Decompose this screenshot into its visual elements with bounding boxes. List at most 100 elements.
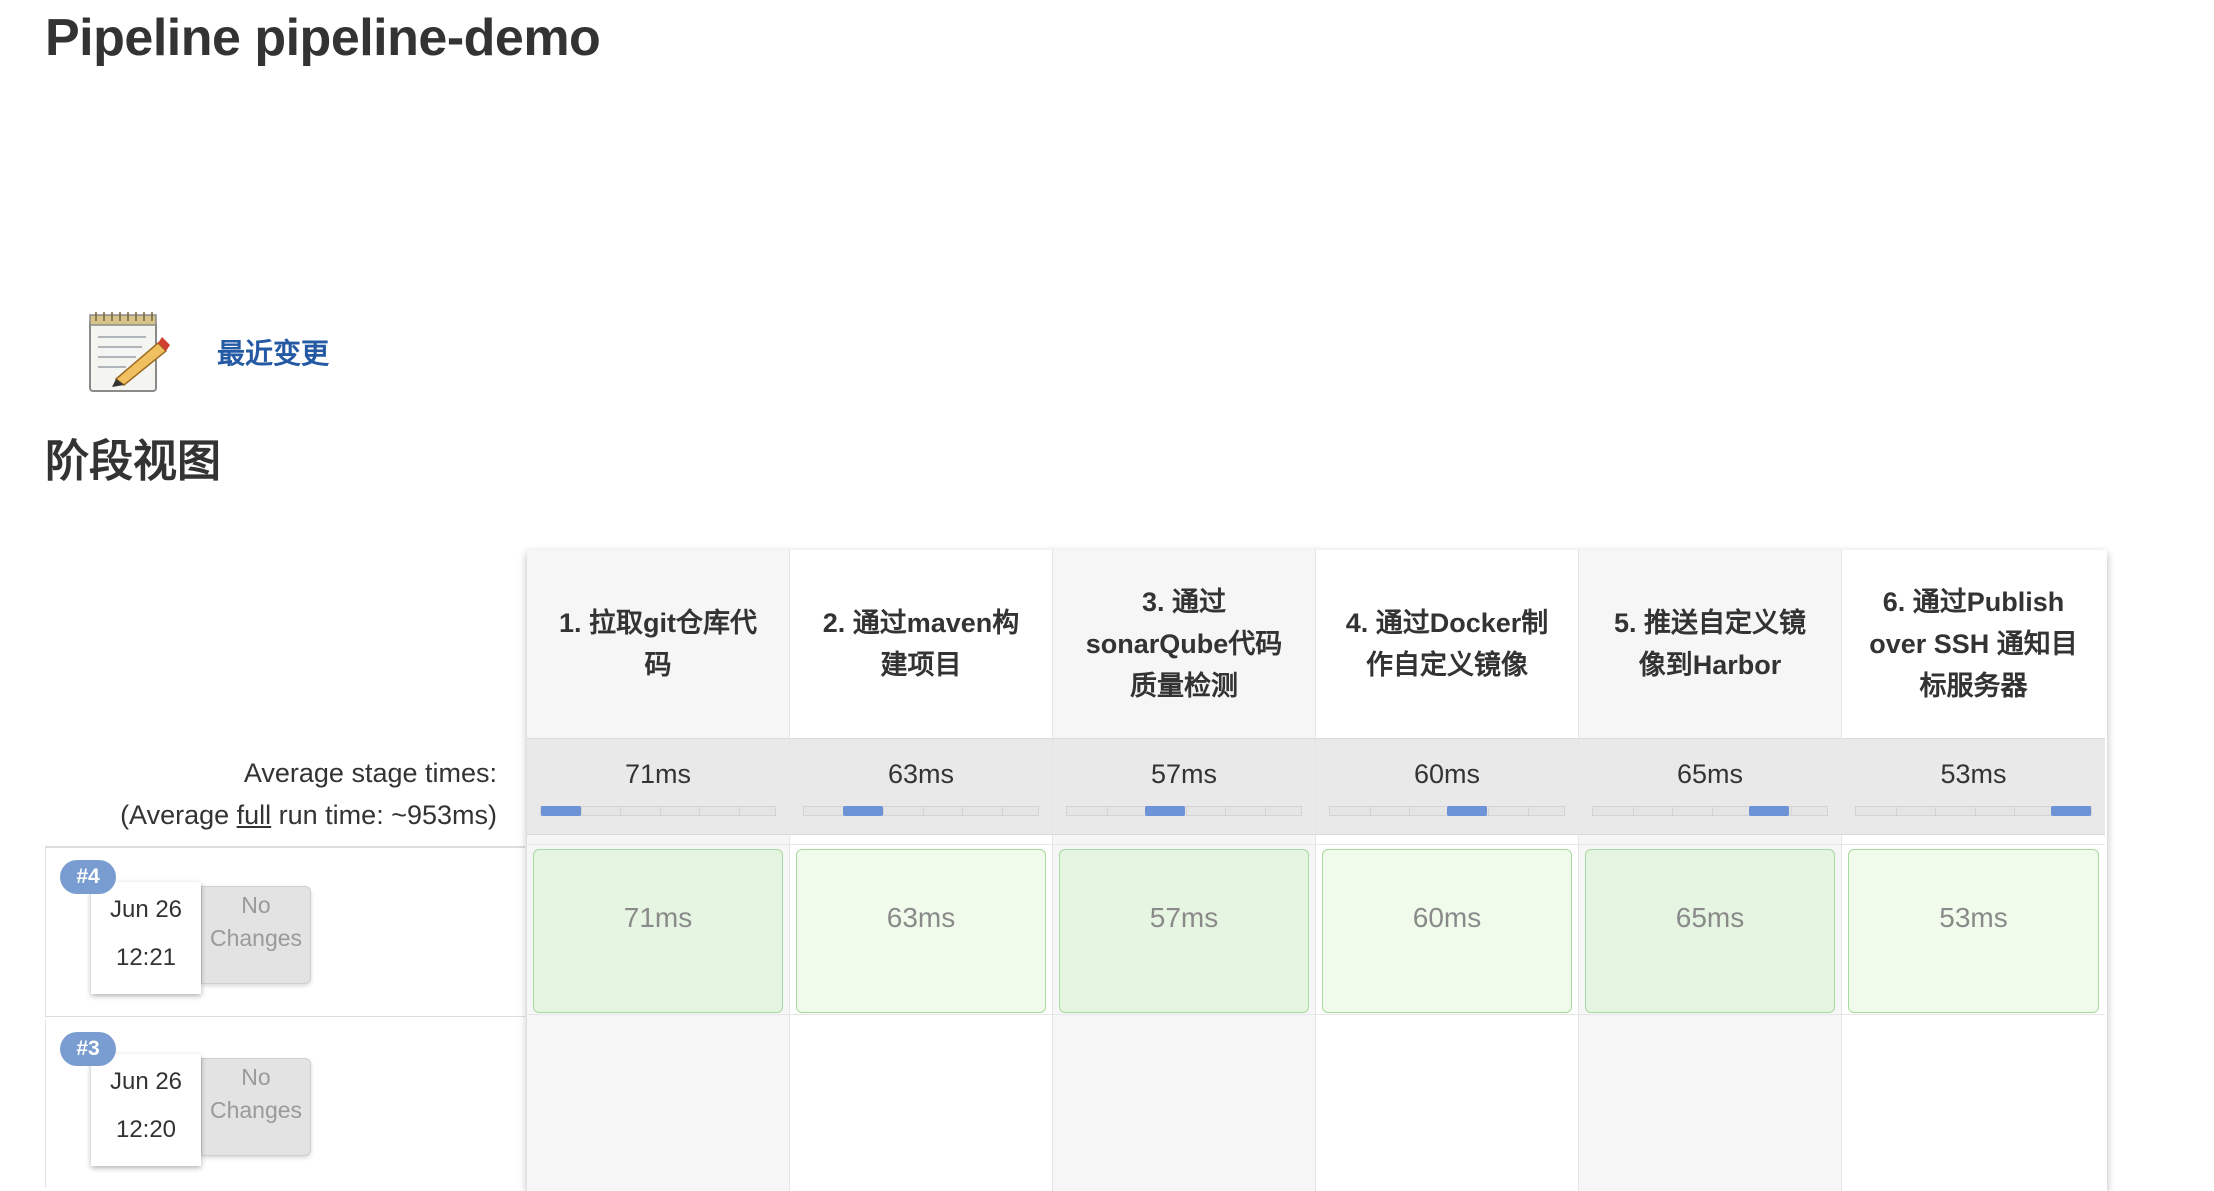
- progress-tick: [699, 807, 700, 815]
- stage-column-3: 3. 通过sonarQube代码质量检测 57ms 57ms: [1053, 550, 1316, 1191]
- stage-average-time: 71ms: [624, 759, 692, 789]
- run-date: Jun 26: [109, 896, 183, 923]
- run-changes-4[interactable]: No Changes: [201, 886, 311, 984]
- stage-progress-bar: [803, 806, 1039, 816]
- stage-table: 1. 拉取git仓库代码 71ms 71ms 2. 通过maven构建项目 63ms 63…: [527, 550, 2107, 1191]
- full-run-time-link[interactable]: full: [237, 800, 272, 830]
- row-separator: [1579, 844, 1841, 845]
- progress-tick: [1712, 807, 1713, 815]
- progress-tick: [1409, 807, 1410, 815]
- row-separator: [1316, 844, 1578, 845]
- stage-progress-fill: [1749, 806, 1789, 816]
- avg-full-prefix: (Average: [120, 800, 237, 830]
- stage-run-duration: 63ms: [886, 902, 956, 933]
- run-date: Jun 26: [109, 1068, 183, 1095]
- row-separator: [527, 1014, 789, 1015]
- row-separator: [790, 844, 1052, 845]
- stage-progress-fill: [1145, 806, 1185, 816]
- run-divider: [45, 1016, 525, 1017]
- stage-average: 63ms: [790, 738, 1052, 835]
- progress-tick: [1528, 807, 1529, 815]
- stage-average: 71ms: [527, 738, 789, 835]
- stage-average-time: 53ms: [1940, 759, 2007, 789]
- progress-tick: [1935, 807, 1936, 815]
- progress-tick: [2014, 807, 2015, 815]
- page-title: Pipeline pipeline-demo: [45, 9, 601, 67]
- progress-tick: [1225, 807, 1226, 815]
- stage-average: 57ms: [1053, 738, 1315, 835]
- stage-header[interactable]: 5. 推送自定义镜像到Harbor: [1579, 550, 1841, 738]
- stage-column-2: 2. 通过maven构建项目 63ms 63ms: [790, 550, 1053, 1191]
- progress-tick: [962, 807, 963, 815]
- progress-tick: [1672, 807, 1673, 815]
- average-full-run-time-label: (Average full run time: ~953ms): [45, 800, 497, 831]
- stage-run-duration: 57ms: [1149, 902, 1219, 933]
- stage-column-5: 5. 推送自定义镜像到Harbor 65ms 65ms: [1579, 550, 1842, 1191]
- stage-average: 53ms: [1842, 738, 2105, 835]
- stage-progress-bar: [1592, 806, 1828, 816]
- stage-header[interactable]: 2. 通过maven构建项目: [790, 550, 1052, 738]
- row-separator: [1053, 844, 1315, 845]
- stage-header[interactable]: 6. 通过Publish over SSH 通知目标服务器: [1842, 550, 2105, 738]
- stage-progress-bar: [540, 806, 776, 816]
- stage-run-cell[interactable]: 71ms: [533, 849, 783, 1013]
- row-separator: [790, 1014, 1052, 1015]
- progress-tick: [1107, 807, 1108, 815]
- stage-run-duration: 65ms: [1675, 902, 1745, 933]
- run-row-4: #4 Jun 26 12:21 No Changes: [45, 848, 526, 1016]
- progress-tick: [1265, 807, 1266, 815]
- stage-progress-bar: [1329, 806, 1565, 816]
- recent-changes-link[interactable]: 最近变更: [217, 332, 329, 372]
- run-card-4[interactable]: Jun 26 12:21: [91, 882, 201, 994]
- progress-tick: [1002, 807, 1003, 815]
- row-separator: [1842, 844, 2105, 845]
- progress-tick: [660, 807, 661, 815]
- progress-tick: [1370, 807, 1371, 815]
- progress-tick: [1975, 807, 1976, 815]
- stage-average-time: 63ms: [887, 759, 955, 789]
- stage-average: 60ms: [1316, 738, 1578, 835]
- stage-view-heading: 阶段视图: [45, 437, 221, 486]
- stage-average-time: 57ms: [1150, 759, 1218, 789]
- stage-run-cell[interactable]: 63ms: [796, 849, 1046, 1013]
- stage-column-6: 6. 通过Publish over SSH 通知目标服务器 53ms 53ms: [1842, 550, 2105, 1191]
- stage-run-cell[interactable]: 60ms: [1322, 849, 1572, 1013]
- recent-changes-row: 最近变更: [82, 302, 329, 402]
- stage-header[interactable]: 3. 通过sonarQube代码质量检测: [1053, 550, 1315, 738]
- stage-run-duration: 53ms: [1939, 902, 2008, 933]
- stage-progress-bar: [1855, 806, 2092, 816]
- stage-progress-fill: [1447, 806, 1487, 816]
- progress-tick: [1186, 807, 1187, 815]
- stage-run-cell[interactable]: 65ms: [1585, 849, 1835, 1013]
- stage-average-time: 65ms: [1676, 759, 1744, 789]
- notepad-icon[interactable]: [82, 307, 172, 397]
- run-badge-3[interactable]: #3: [60, 1032, 116, 1066]
- progress-tick: [581, 807, 582, 815]
- run-changes-3[interactable]: No Changes: [201, 1058, 311, 1156]
- progress-tick: [923, 807, 924, 815]
- run-time: 12:21: [115, 944, 177, 971]
- progress-tick: [1896, 807, 1897, 815]
- stage-header[interactable]: 1. 拉取git仓库代码: [527, 550, 789, 738]
- progress-tick: [620, 807, 621, 815]
- stage-run-duration: 71ms: [623, 902, 693, 933]
- progress-tick: [1633, 807, 1634, 815]
- stage-average: 65ms: [1579, 738, 1841, 835]
- stage-progress-bar: [1066, 806, 1302, 816]
- progress-tick: [883, 807, 884, 815]
- stage-run-cell[interactable]: 57ms: [1059, 849, 1309, 1013]
- stage-header[interactable]: 4. 通过Docker制作自定义镜像: [1316, 550, 1578, 738]
- stage-run-cell[interactable]: 53ms: [1848, 849, 2099, 1013]
- average-stage-times-label: Average stage times:: [243, 758, 497, 788]
- progress-tick: [739, 807, 740, 815]
- stage-progress-fill: [2051, 806, 2091, 816]
- row-separator: [527, 844, 789, 845]
- run-row-3: #3 Jun 26 12:20 No Changes: [45, 1020, 526, 1188]
- stage-progress-fill: [541, 806, 581, 816]
- progress-tick: [1791, 807, 1792, 815]
- row-separator: [1579, 1014, 1841, 1015]
- run-card-3[interactable]: Jun 26 12:20: [91, 1054, 201, 1166]
- row-separator: [1842, 1014, 2105, 1015]
- run-badge-4[interactable]: #4: [60, 860, 116, 894]
- row-separator: [1053, 1014, 1315, 1015]
